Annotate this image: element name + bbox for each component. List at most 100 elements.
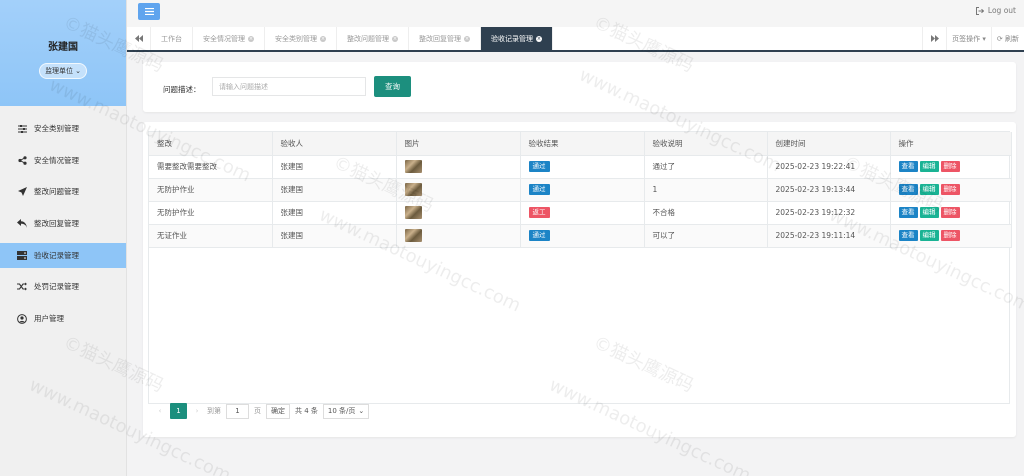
result-badge: 通过 xyxy=(528,184,550,195)
cell-created: 2025-02-23 19:13:44 xyxy=(767,178,891,202)
cell-actions: 查看 编辑 删除 xyxy=(890,155,1012,179)
search-button[interactable]: 查询 xyxy=(374,76,411,97)
page-unit-label: 页 xyxy=(254,407,261,415)
sidebar-item-label: 安全情况管理 xyxy=(34,155,79,165)
cell-note: 不合格 xyxy=(644,201,768,225)
cell-inspector: 张建国 xyxy=(272,201,397,225)
logout-label: Log out xyxy=(987,6,1016,15)
current-page[interactable]: 1 xyxy=(170,403,187,419)
delete-button[interactable]: 删除 xyxy=(940,230,960,241)
photo-thumbnail[interactable] xyxy=(404,229,422,242)
cell-inspector: 张建国 xyxy=(272,155,397,179)
sidebar-item-rectify-issue[interactable]: 整改问题管理 xyxy=(0,179,126,204)
sidebar-item-label: 验收记录管理 xyxy=(34,250,79,260)
tab-dashboard[interactable]: 工作台 xyxy=(151,27,193,50)
sidebar-item-acceptance-record[interactable]: 验收记录管理 xyxy=(0,242,126,268)
cell-note: 可以了 xyxy=(644,224,768,248)
goto-confirm-button[interactable]: 确定 xyxy=(266,403,290,419)
next-page-icon[interactable]: › xyxy=(192,407,202,415)
send-icon xyxy=(17,187,27,197)
delete-button[interactable]: 删除 xyxy=(940,184,960,195)
role-dropdown[interactable]: 监理单位 ⌄ xyxy=(39,63,87,79)
sidebar-item-penalty-record[interactable]: 处罚记录管理 xyxy=(0,274,126,299)
cell-result: 通过 xyxy=(520,178,645,202)
sidebar-item-rectify-reply[interactable]: 整改回复管理 xyxy=(0,211,126,236)
column-header-inspector[interactable]: 验收人 xyxy=(272,132,397,156)
edit-button[interactable]: 编辑 xyxy=(919,184,939,195)
sidebar-item-safety-category[interactable]: 安全类别管理 xyxy=(0,116,126,141)
edit-button[interactable]: 编辑 xyxy=(919,207,939,218)
total-count: 共 4 条 xyxy=(295,407,318,415)
tab-acceptance-record[interactable]: 验收记录管理 × xyxy=(481,27,553,50)
tab-rectify-issue[interactable]: 整改问题管理 × xyxy=(337,27,409,50)
cell-rectify: 需要整改需要整改 xyxy=(149,155,273,179)
page-tabs-bar: 工作台 安全情况管理 × 安全类别管理 × 整改问题管理 × 整改回复管理 × … xyxy=(127,27,1024,52)
photo-thumbnail[interactable] xyxy=(404,183,422,196)
goto-page-input[interactable]: 1 xyxy=(226,403,249,419)
logout-link[interactable]: Log out xyxy=(975,6,1016,15)
tab-label: 验收记录管理 xyxy=(491,34,533,43)
page-size-select[interactable]: 10 条/页 ⌄ xyxy=(322,403,370,419)
view-button[interactable]: 查看 xyxy=(898,184,918,195)
tab-label: 安全类别管理 xyxy=(275,34,317,43)
tab-label: 整改问题管理 xyxy=(347,34,389,43)
prev-page-icon[interactable]: ‹ xyxy=(155,407,165,415)
tab-rectify-reply[interactable]: 整改回复管理 × xyxy=(409,27,481,50)
tab-safety-status[interactable]: 安全情况管理 × xyxy=(193,27,265,50)
column-header-rectify[interactable]: 整改 xyxy=(149,132,273,156)
search-input[interactable]: 请输入问题描述 xyxy=(212,77,366,96)
user-name: 张建国 xyxy=(48,42,78,53)
cell-rectify: 无防护作业 xyxy=(149,201,273,225)
column-header-note[interactable]: 验收说明 xyxy=(644,132,768,156)
edit-button[interactable]: 编辑 xyxy=(919,230,939,241)
top-navbar: Log out xyxy=(127,0,1024,27)
tabs-scroll-right-button[interactable] xyxy=(922,27,946,50)
column-header-created[interactable]: 创建时间 xyxy=(767,132,891,156)
cell-image xyxy=(396,155,521,179)
photo-thumbnail[interactable] xyxy=(404,206,422,219)
delete-button[interactable]: 删除 xyxy=(940,161,960,172)
caret-down-icon: ▾ xyxy=(980,34,986,43)
tabs-scroll-left-button[interactable] xyxy=(127,27,151,50)
cell-created: 2025-02-23 19:12:32 xyxy=(767,201,891,225)
search-label: 问题描述： xyxy=(163,85,201,94)
sidebar-item-safety-status[interactable]: 安全情况管理 xyxy=(0,148,126,173)
refresh-icon: ⟳ xyxy=(996,34,1005,43)
profile-panel: 张建国 监理单位 ⌄ xyxy=(0,0,126,106)
delete-button[interactable]: 删除 xyxy=(940,207,960,218)
goto-label: 到第 xyxy=(207,407,221,415)
close-icon[interactable]: × xyxy=(248,35,254,42)
sidebar-item-user-management[interactable]: 用户管理 xyxy=(0,306,126,331)
close-icon[interactable]: × xyxy=(320,35,326,42)
chevron-down-icon: ⌄ xyxy=(358,407,365,415)
photo-thumbnail[interactable] xyxy=(404,160,422,173)
tab-safety-category[interactable]: 安全类别管理 × xyxy=(265,27,337,50)
cell-actions: 查看 编辑 删除 xyxy=(890,178,1012,202)
sidebar-menu: 安全类别管理 安全情况管理 整改问题管理 整改回复管理 验收记录管理 处罚记录管… xyxy=(0,116,126,331)
sidebar-item-label: 整改问题管理 xyxy=(34,187,79,197)
records-table: 整改 验收人 图片 验收结果 验收说明 创建时间 操作 需要整改需要整改 张建国… xyxy=(149,132,1012,248)
cell-result: 通过 xyxy=(520,155,645,179)
refresh-button[interactable]: ⟳ 刷新 xyxy=(990,27,1024,50)
tab-operations-dropdown[interactable]: 页签操作 ▾ xyxy=(946,27,991,50)
close-icon[interactable]: × xyxy=(464,35,470,42)
view-button[interactable]: 查看 xyxy=(898,207,918,218)
chevron-down-icon: ⌄ xyxy=(75,67,81,75)
close-icon[interactable]: × xyxy=(536,35,542,42)
edit-button[interactable]: 编辑 xyxy=(919,161,939,172)
sidebar-item-label: 用户管理 xyxy=(34,314,64,324)
cell-note: 通过了 xyxy=(644,155,768,179)
cell-actions: 查看 编辑 删除 xyxy=(890,224,1012,248)
menu-toggle-button[interactable] xyxy=(138,3,160,20)
sliders-icon xyxy=(17,124,27,134)
sidebar: 张建国 监理单位 ⌄ 安全类别管理 安全情况管理 整改问题管理 整改回复管理 验… xyxy=(0,0,127,476)
column-header-image[interactable]: 图片 xyxy=(396,132,521,156)
shuffle-icon xyxy=(17,282,27,292)
cell-created: 2025-02-23 19:22:41 xyxy=(767,155,891,179)
close-icon[interactable]: × xyxy=(392,35,398,42)
server-icon xyxy=(17,250,27,260)
view-button[interactable]: 查看 xyxy=(898,161,918,172)
view-button[interactable]: 查看 xyxy=(898,230,918,241)
double-chevron-left-icon xyxy=(134,35,143,42)
column-header-result[interactable]: 验收结果 xyxy=(520,132,645,156)
